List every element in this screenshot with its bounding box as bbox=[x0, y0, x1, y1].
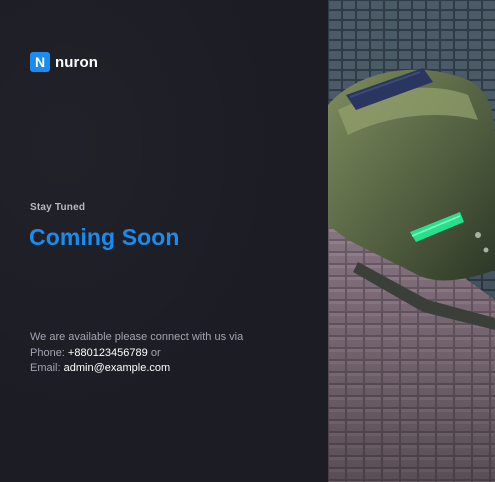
phone-link[interactable]: +880123456789 bbox=[68, 347, 148, 359]
contact-intro: We are available please connect with us … bbox=[30, 331, 244, 343]
phone-suffix: or bbox=[147, 346, 161, 359]
page-title: Coming Soon bbox=[29, 224, 180, 250]
side-image bbox=[328, 0, 495, 482]
brand-name: nuron bbox=[55, 53, 98, 71]
sneaker-photo-icon bbox=[328, 0, 495, 482]
phone-label: Phone: bbox=[30, 346, 68, 359]
contact-info: We are available please connect with us … bbox=[30, 330, 243, 377]
contact-phone-line: Phone: +880123456789 or bbox=[30, 346, 243, 362]
content-panel: N nuron Stay Tuned Coming Soon We are av… bbox=[0, 0, 328, 482]
email-link[interactable]: admin@example.com bbox=[64, 362, 171, 374]
contact-email-line: Email: admin@example.com bbox=[30, 361, 243, 377]
logo-icon: N bbox=[30, 52, 50, 72]
email-label: Email: bbox=[30, 362, 64, 374]
stay-tuned-label: Stay Tuned bbox=[30, 202, 86, 213]
brand-logo[interactable]: N nuron bbox=[30, 52, 98, 72]
